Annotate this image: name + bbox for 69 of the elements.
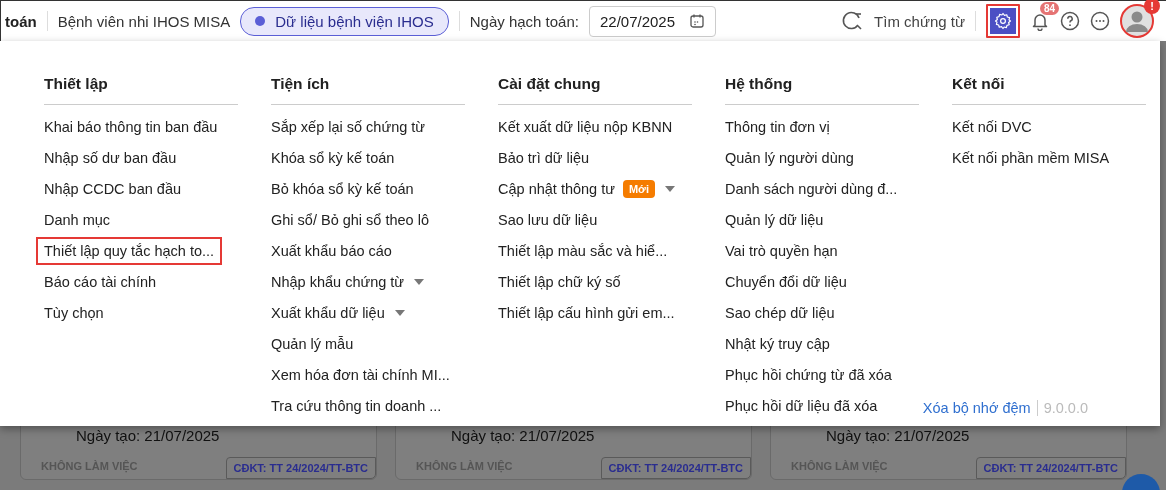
menu-item[interactable]: Quản lý mẫu — [271, 335, 354, 352]
menu-item[interactable]: Nhập CCDC ban đầu — [44, 180, 182, 197]
menu-item[interactable]: Tùy chọn — [44, 304, 104, 321]
dot-icon — [255, 16, 266, 26]
unit-name: Bệnh viên nhi IHOS MISA — [57, 12, 231, 30]
data-source-pill[interactable]: Dữ liệu bệnh viện IHOS — [240, 6, 449, 36]
menu-column-title: Kết nối — [952, 75, 1146, 105]
menu-item[interactable]: Kết xuất dữ liệu nộp KBNN — [498, 118, 673, 135]
calendar-icon — [689, 13, 706, 29]
menu-item[interactable]: Bảo trì dữ liệu — [498, 149, 590, 166]
menu-column-title: Tiện ích — [271, 75, 465, 105]
regime-tag: CĐKT: TT 24/2024/TT-BTC — [600, 457, 751, 479]
menu-item[interactable]: Thiết lập màu sắc và hiể... — [498, 242, 668, 259]
menu-item[interactable]: Báo cáo tài chính — [44, 273, 157, 290]
version-label: 9.0.0.0 — [1043, 400, 1088, 416]
regime-tag: CĐKT: TT 24/2024/TT-BTC — [225, 457, 376, 479]
settings-icon — [994, 12, 1012, 30]
help-icon[interactable] — [1060, 11, 1080, 31]
menu-item[interactable]: Kết nối DVC — [952, 118, 1032, 135]
menu-item[interactable]: Chuyển đổi dữ liệu — [725, 273, 847, 290]
menu-item[interactable]: Khai báo thông tin ban đầu — [44, 118, 218, 135]
bell-icon[interactable] — [1030, 11, 1050, 31]
caret-icon[interactable] — [394, 309, 405, 316]
regime-tag: CĐKT: TT 24/2024/TT-BTC — [975, 457, 1126, 479]
menu-item[interactable]: Xem hóa đơn tài chính MI... — [271, 366, 450, 383]
menu-item[interactable]: Sao chép dữ liệu — [725, 304, 835, 321]
menu-item[interactable]: Ghi sổ/ Bỏ ghi sổ theo lô — [271, 211, 429, 228]
menu-item[interactable]: Xuất khẩu báo cáo — [271, 242, 392, 259]
menu-item[interactable]: Sắp xếp lại số chứng từ — [271, 118, 426, 135]
caret-icon[interactable] — [665, 185, 675, 192]
created-date: Ngày tạo: 21/07/2025 — [75, 427, 221, 444]
more-icon[interactable] — [1090, 11, 1110, 31]
caret-icon[interactable] — [414, 278, 425, 285]
menu-item[interactable]: Danh sách người dùng đ... — [725, 180, 898, 197]
menu-item[interactable]: Phục hồi chứng từ đã xóa — [725, 366, 892, 383]
menu-column-title: Cài đặt chung — [498, 75, 692, 105]
menu-item[interactable]: Sao lưu dữ liệu — [498, 211, 598, 228]
menu-item[interactable]: Danh mục — [44, 211, 111, 228]
menu-column-title: Hệ thống — [725, 75, 919, 105]
date-label: Ngày hạch toán: — [469, 12, 579, 30]
avatar-icon[interactable] — [1120, 4, 1154, 38]
menu-item[interactable]: Quản lý người dùng — [725, 149, 854, 166]
menu-item[interactable]: Vai trò quyền hạn — [725, 242, 838, 259]
menu-item[interactable]: Quản lý dữ liệu — [725, 211, 824, 228]
menu-item[interactable]: Cập nhật thông tư — [498, 180, 615, 197]
menu-item[interactable]: Nhập khẩu chứng từ — [271, 273, 405, 290]
menu-item[interactable]: Bỏ khóa sổ kỳ kế toán — [271, 180, 414, 197]
menu-item[interactable]: Thông tin đơn vị — [725, 118, 830, 135]
search-link[interactable]: Tìm chứng từ — [874, 12, 965, 30]
menu-item[interactable]: Phục hồi dữ liệu đã xóa — [725, 397, 878, 414]
menu-item[interactable]: Thiết lập chữ ký số — [498, 273, 621, 290]
menu-item[interactable]: Kết nối phần mềm MISA — [952, 149, 1110, 166]
menu-item[interactable]: Tra cứu thông tin doanh ... — [271, 397, 442, 414]
alert-badge: ! — [1144, 0, 1160, 14]
settings-button[interactable] — [986, 4, 1020, 38]
menu-item[interactable]: Xuất khẩu dữ liệu — [271, 304, 385, 321]
new-badge: Mới — [622, 179, 655, 198]
created-date: Ngày tạo: 21/07/2025 — [825, 427, 971, 444]
app-title: toán — [5, 12, 37, 30]
menu-item[interactable]: Thiết lập quy tắc hạch to... — [36, 236, 223, 265]
date-field[interactable]: 22/07/2025 — [588, 5, 717, 37]
menu-column-title: Thiết lập — [44, 75, 238, 105]
menu-item[interactable]: Nhập số dư ban đầu — [44, 149, 177, 166]
created-date: Ngày tạo: 21/07/2025 — [450, 427, 596, 444]
menu-item[interactable]: Nhật ký truy cập — [725, 335, 830, 352]
notification-badge: 84 — [1040, 2, 1060, 15]
clear-cache-link[interactable]: Xóa bộ nhớ đệm — [922, 400, 1031, 416]
menu-item[interactable]: Thiết lập cấu hình gửi em... — [498, 304, 675, 321]
menu-item[interactable]: Khóa sổ kỳ kế toán — [271, 149, 395, 166]
